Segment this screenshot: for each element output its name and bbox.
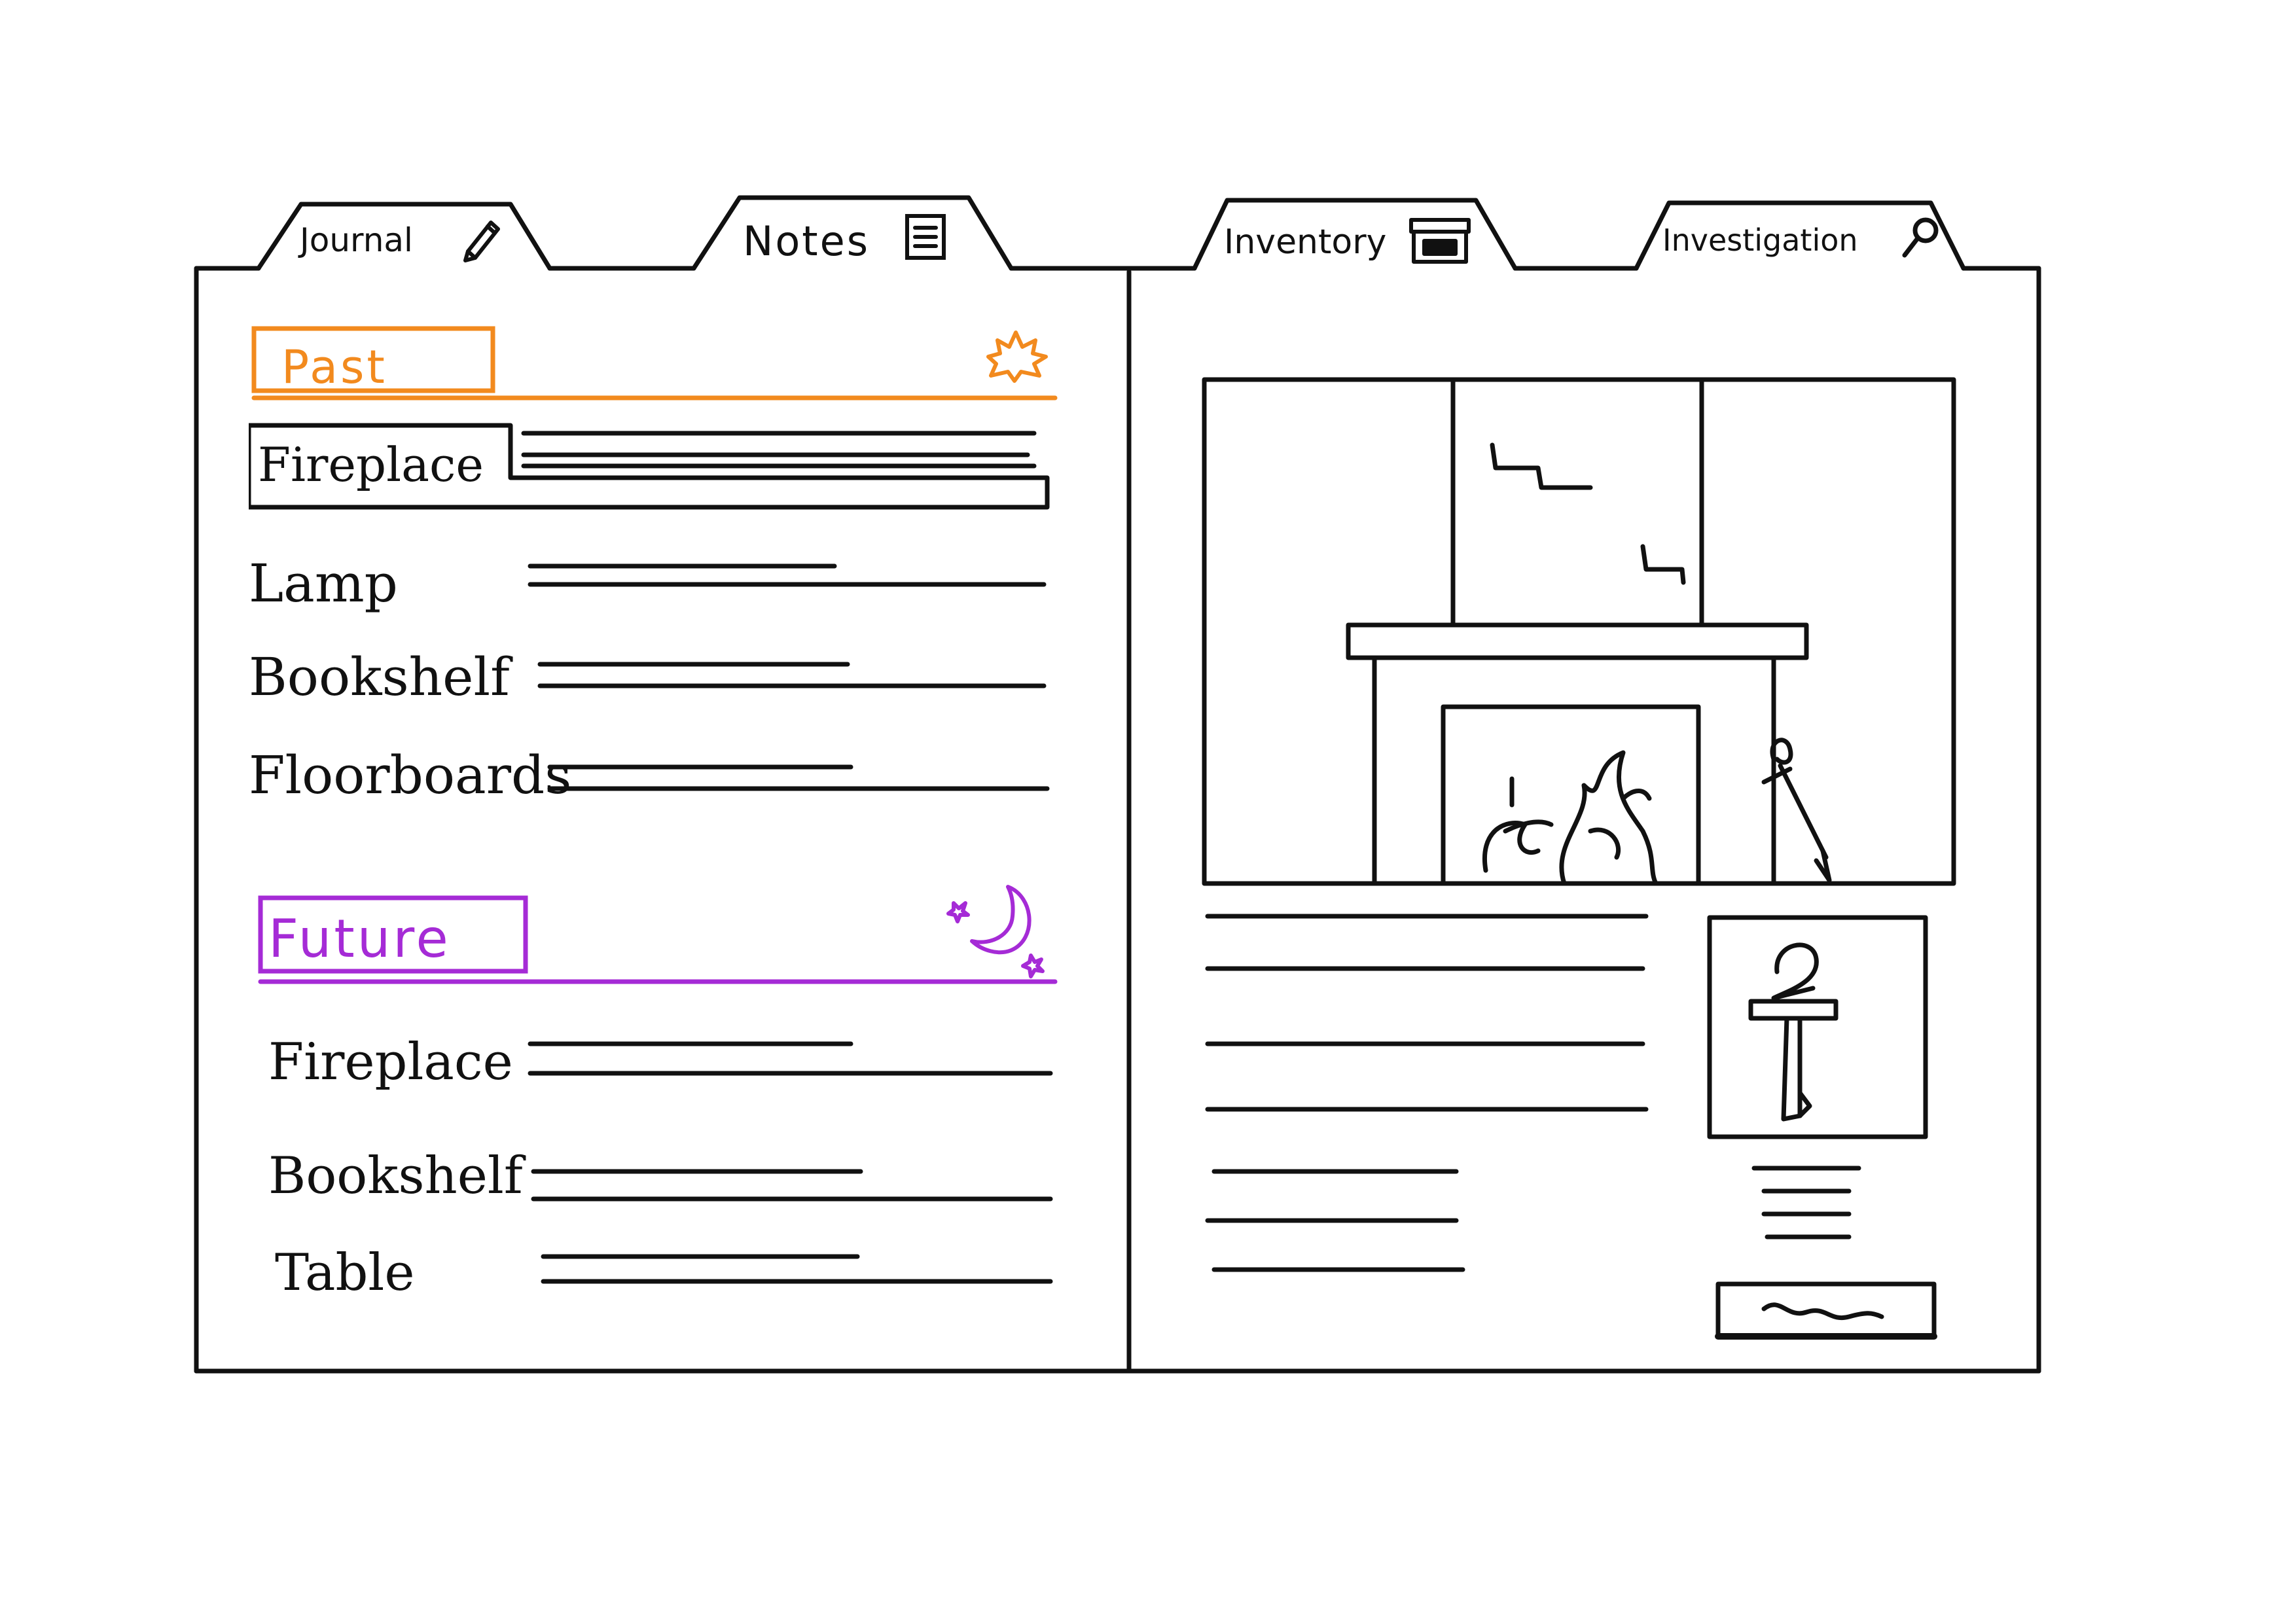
sun-icon [986, 330, 1048, 383]
entry-text-lines [541, 1254, 1053, 1284]
use-item-button[interactable] [1708, 1276, 1944, 1348]
future-section: Future Fireplace Bookshelf Table [255, 877, 1067, 1322]
future-entry-table[interactable]: Table [255, 1243, 1067, 1315]
tab-notes[interactable]: Notes [733, 198, 982, 268]
future-label[interactable]: Future [268, 908, 451, 969]
magnifier-icon [1902, 217, 1939, 258]
tab-journal-label: Journal [300, 221, 413, 259]
future-entry-bookshelf[interactable]: Bookshelf [255, 1139, 1067, 1217]
entry-text-lines [528, 563, 1047, 587]
entry-text-lines [547, 764, 1050, 791]
tab-inventory[interactable]: Inventory [1217, 200, 1505, 268]
past-section: Past Fireplace Lamp Bookshelf Floorboard… [249, 321, 1060, 818]
past-entry-lamp[interactable]: Lamp [249, 546, 1060, 618]
future-entry-fireplace[interactable]: Fireplace [255, 1021, 1067, 1099]
poker-icon[interactable] [1702, 910, 1937, 1145]
past-entry-label: Fireplace [258, 437, 484, 492]
past-entry-floorboards[interactable]: Floorboards [249, 740, 1060, 812]
item-description-lines [1751, 1166, 1861, 1240]
entry-text-lines [528, 1041, 1053, 1076]
tab-notes-label: Notes [743, 217, 870, 265]
past-entry-fireplace[interactable]: Fireplace [249, 419, 1060, 510]
tab-investigation-label: Investigation [1662, 223, 1858, 258]
scene-description-lines [1205, 914, 1649, 1272]
notes-icon [905, 214, 946, 260]
moon-stars-icon [946, 885, 1045, 978]
pencil-icon [463, 221, 500, 262]
entry-text-lines [531, 1169, 1053, 1202]
past-entry-bookshelf[interactable]: Bookshelf [249, 641, 1060, 713]
tab-inventory-label: Inventory [1224, 223, 1387, 262]
past-label[interactable]: Past [281, 340, 387, 394]
tab-investigation[interactable]: Investigation [1662, 203, 1957, 268]
chest-icon [1409, 218, 1471, 264]
fireplace-illustration[interactable] [1198, 373, 1964, 890]
tab-journal[interactable]: Journal [288, 204, 537, 268]
entry-text-lines [537, 662, 1047, 688]
